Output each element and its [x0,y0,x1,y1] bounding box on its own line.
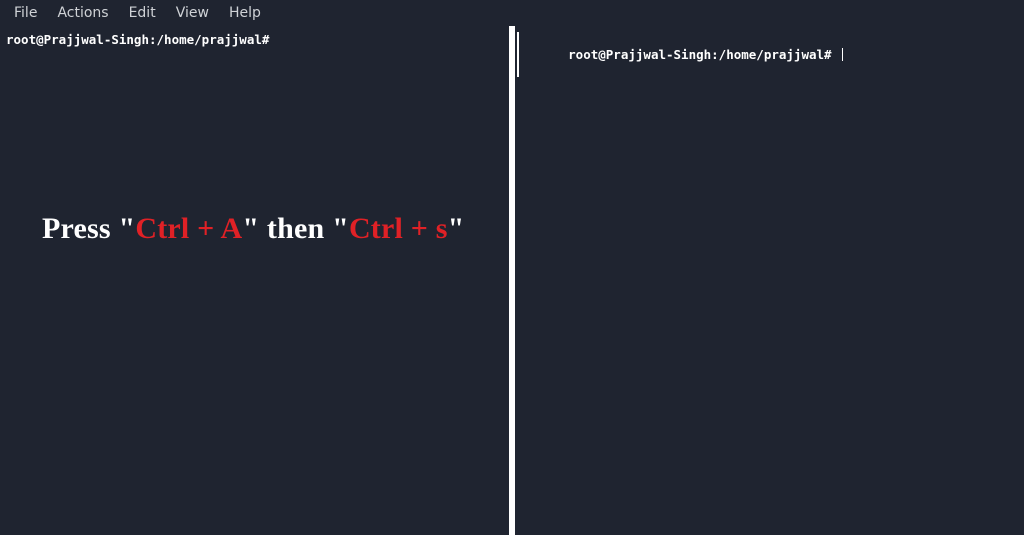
menubar: File Actions Edit View Help [0,0,1024,26]
terminal-pane-left[interactable]: root@Prajjwal-Singh:/home/prajjwal# Pres… [0,26,509,535]
menu-actions[interactable]: Actions [47,2,118,24]
text-cursor [842,48,843,61]
instruction-part2: " then " [242,212,349,245]
menu-file[interactable]: File [4,2,47,24]
instruction-part1: Press " [42,212,135,245]
terminal-panes: root@Prajjwal-Singh:/home/prajjwal# Pres… [0,26,1024,535]
instruction-key2: Ctrl + s [349,212,448,245]
menu-edit[interactable]: Edit [119,2,166,24]
prompt-left: root@Prajjwal-Singh:/home/prajjwal# [0,32,509,47]
prompt-right: root@Prajjwal-Singh:/home/prajjwal# [517,32,1024,77]
prompt-right-text: root@Prajjwal-Singh:/home/prajjwal# [568,47,839,62]
instruction-overlay: Press "Ctrl + A" then "Ctrl + s" [42,212,464,246]
menu-help[interactable]: Help [219,2,271,24]
menu-view[interactable]: View [166,2,219,24]
terminal-pane-right[interactable]: root@Prajjwal-Singh:/home/prajjwal# [515,26,1024,535]
instruction-key1: Ctrl + A [135,212,242,245]
instruction-part3: " [448,212,465,245]
